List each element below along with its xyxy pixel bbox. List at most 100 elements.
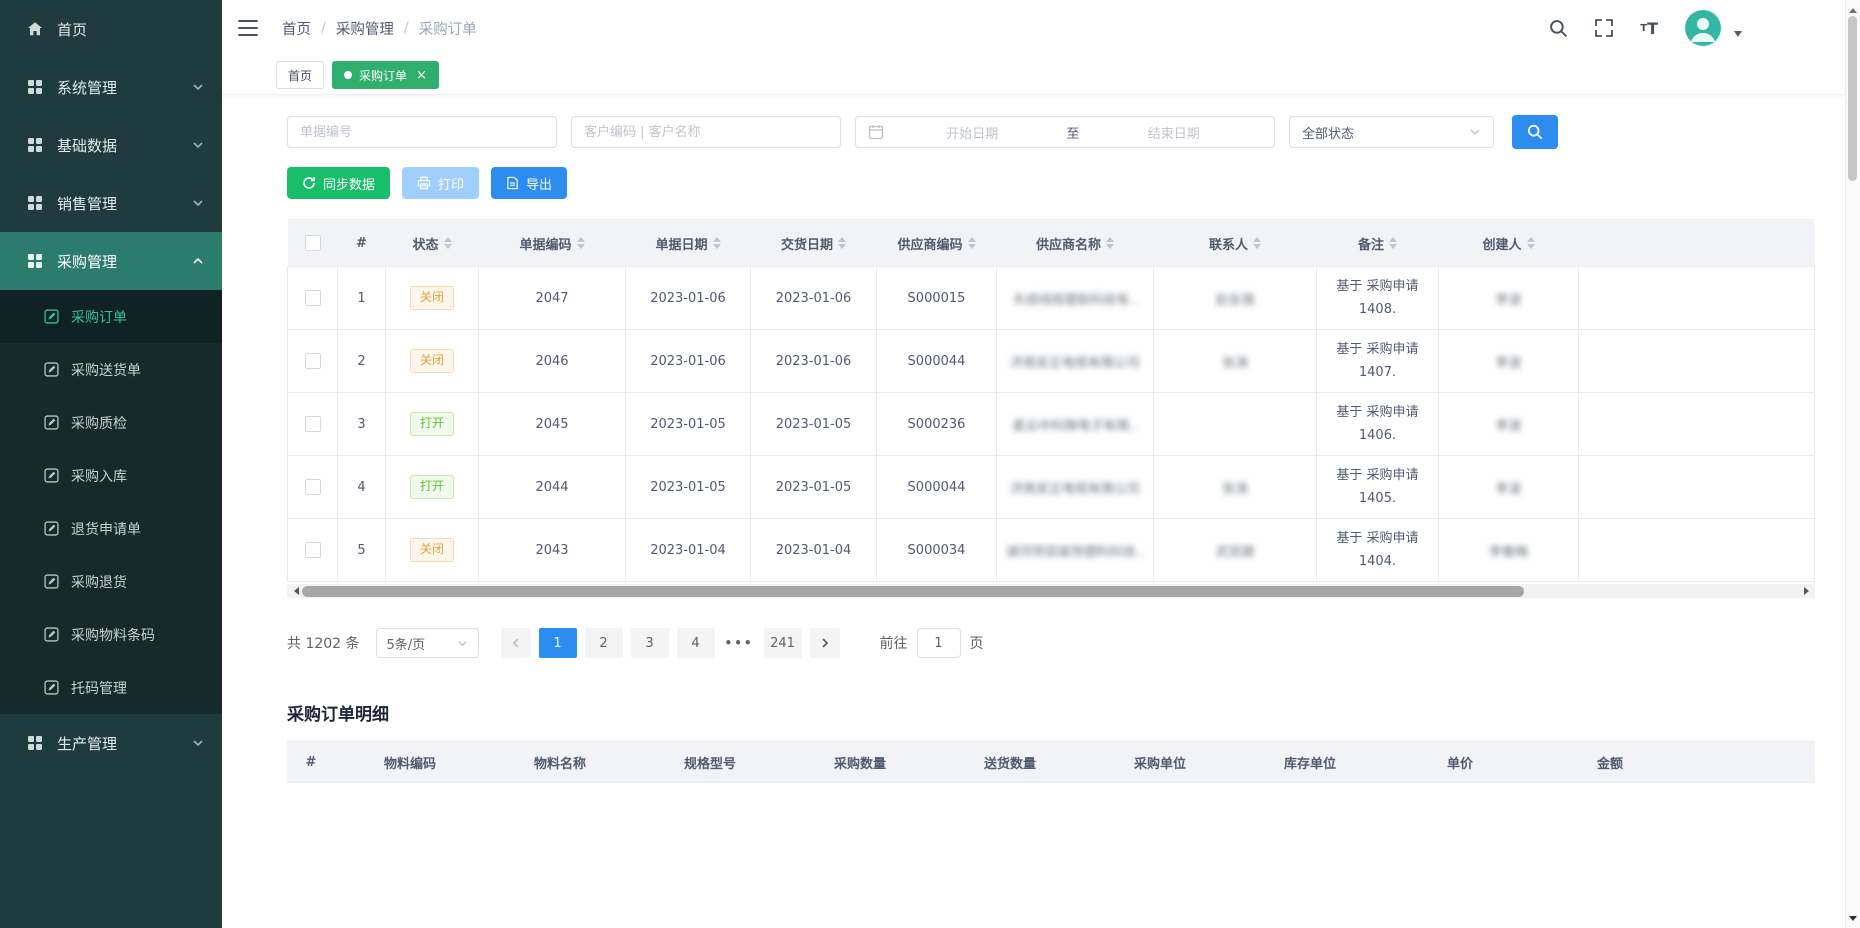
page-button-1[interactable]: 1 [539,628,577,658]
sidebar-collapse-icon[interactable] [238,19,258,37]
start-date-input[interactable]: 开始日期 [884,123,1061,142]
doc-no-input[interactable] [287,116,557,148]
table-row: 1关闭20472023-01-062023-01-06S000015天成线缆塑胶… [288,267,1815,330]
sidebar-item-purchase-qc[interactable]: 采购质检 [0,396,222,449]
row-checkbox[interactable] [305,290,321,306]
breadcrumb-item[interactable]: 首页 [282,18,311,39]
sort-carets-icon[interactable] [444,237,452,249]
sort-carets-icon[interactable] [713,237,721,249]
next-page-button[interactable] [810,628,840,658]
submenu-purchase: 采购订单采购送货单采购质检采购入库退货申请单采购退货采购物料条码托码管理 [0,290,222,714]
scroll-up-arrow-icon[interactable] [1846,1,1860,15]
close-icon[interactable]: × [416,69,427,82]
breadcrumb-item[interactable]: 采购管理 [336,18,394,39]
detail-column-header-5: 送货数量 [935,742,1085,783]
edit-icon [44,680,59,695]
redacted-text: 赵友强 [1215,293,1254,308]
row-checkbox[interactable] [305,479,321,495]
sort-carets-icon[interactable] [577,237,585,249]
vertical-scrollbar[interactable] [1845,0,1860,928]
sidebar-item-purchase-barcode[interactable]: 采购物料条码 [0,608,222,661]
sidebar-item-purchase[interactable]: 采购管理 [0,232,222,290]
sort-carets-icon[interactable] [968,237,976,249]
redacted-text: 李波 [1495,482,1521,497]
prev-page-button[interactable] [501,628,531,658]
cell-doc_date: 2023-01-06 [626,330,751,393]
horizontal-scrollbar[interactable] [287,584,1815,598]
sort-carets-icon[interactable] [1253,237,1261,249]
sidebar-item-purchase-delivery[interactable]: 采购送货单 [0,343,222,396]
column-header-supplier_code[interactable]: 供应商编码 [877,220,997,267]
column-header-supplier_name[interactable]: 供应商名称 [997,220,1154,267]
sidebar-item-label: 采购质检 [71,413,127,433]
scroll-down-arrow-icon[interactable] [1846,913,1860,927]
tab-home[interactable]: 首页 [276,61,324,89]
detail-section-title: 采购订单明细 [287,700,1815,725]
page-button-3[interactable]: 3 [631,628,669,658]
sidebar-item-system[interactable]: 系统管理 [0,58,222,116]
print-button[interactable]: 打印 [402,167,479,199]
app-root: 首页系统管理基础数据销售管理采购管理采购订单采购送货单采购质检采购入库退货申请单… [0,0,1860,928]
cell-index: 5 [338,519,386,582]
column-header-doc_no[interactable]: 单据编码 [479,220,626,267]
fullscreen-icon[interactable] [1595,19,1613,37]
pagination-ellipsis[interactable]: ••• [725,636,754,650]
tab-purchase-order[interactable]: 采购订单× [332,61,439,89]
sidebar-item-purchase-inbound[interactable]: 采购入库 [0,449,222,502]
topbar: 首页/采购管理/采购订单 TT [222,0,1860,56]
sync-data-button[interactable]: 同步数据 [287,167,390,199]
chevron-down-icon [192,737,204,749]
horizontal-scroll-thumb[interactable] [302,586,1524,597]
cell-index: 1 [338,267,386,330]
date-range-picker[interactable]: 开始日期 至 结束日期 [855,116,1275,148]
scroll-left-arrow-icon[interactable] [287,584,301,598]
table-row: 5关闭20432023-01-042023-01-04S000034湖河项目装饰… [288,519,1815,582]
sort-carets-icon[interactable] [1527,237,1535,249]
page-button-241[interactable]: 241 [764,628,802,658]
page-button-2[interactable]: 2 [585,628,623,658]
sort-carets-icon[interactable] [1389,237,1397,249]
end-date-input[interactable]: 结束日期 [1086,123,1263,142]
row-checkbox[interactable] [305,542,321,558]
status-badge: 关闭 [410,286,454,310]
sidebar-item-home[interactable]: 首页 [0,0,222,58]
row-checkbox[interactable] [305,416,321,432]
status-select[interactable]: 全部状态 [1289,116,1494,148]
page-size-select[interactable]: 5条/页 [376,628,479,658]
sidebar-item-sales[interactable]: 销售管理 [0,174,222,232]
sidebar-item-base-data[interactable]: 基础数据 [0,116,222,174]
search-button[interactable] [1512,115,1558,149]
cell-creator: 李波 [1439,393,1579,456]
column-header-contact[interactable]: 联系人 [1154,220,1317,267]
caret-down-icon[interactable] [1734,31,1742,41]
column-header-creator[interactable]: 创建人 [1439,220,1579,267]
chevron-down-icon [192,81,204,93]
row-checkbox[interactable] [305,353,321,369]
column-header-delivery_date[interactable]: 交货日期 [751,220,877,267]
scroll-right-arrow-icon[interactable] [1801,584,1815,598]
export-button[interactable]: 导出 [491,167,567,199]
cell-supplier_name: 天成线缆塑胶科技有.. [997,267,1154,330]
sidebar-item-purchase-return[interactable]: 采购退货 [0,555,222,608]
page-button-4[interactable]: 4 [677,628,715,658]
sidebar-item-production[interactable]: 生产管理 [0,714,222,772]
sidebar-item-pallet-code[interactable]: 托码管理 [0,661,222,714]
column-header-doc_date[interactable]: 单据日期 [626,220,751,267]
sidebar-item-return-request[interactable]: 退货申请单 [0,502,222,555]
sidebar-item-purchase-order[interactable]: 采购订单 [0,290,222,343]
filler-column-header [1579,220,1815,267]
sort-carets-icon[interactable] [838,237,846,249]
cell-supplier_code: S000236 [877,393,997,456]
search-icon[interactable] [1549,19,1568,38]
avatar[interactable] [1685,10,1721,46]
goto-page-input[interactable] [917,628,961,658]
font-size-icon[interactable]: TT [1640,19,1658,38]
sort-carets-icon[interactable] [1106,237,1114,249]
column-header-remark[interactable]: 备注 [1317,220,1439,267]
redacted-text: 济南安正电缆有限公司 [1010,356,1140,371]
customer-input[interactable] [571,116,841,148]
detail-column-header-1: 物料编码 [335,742,485,783]
column-header-status[interactable]: 状态 [386,220,479,267]
select-all-checkbox[interactable] [305,235,321,251]
vertical-scroll-thumb[interactable] [1848,16,1857,181]
